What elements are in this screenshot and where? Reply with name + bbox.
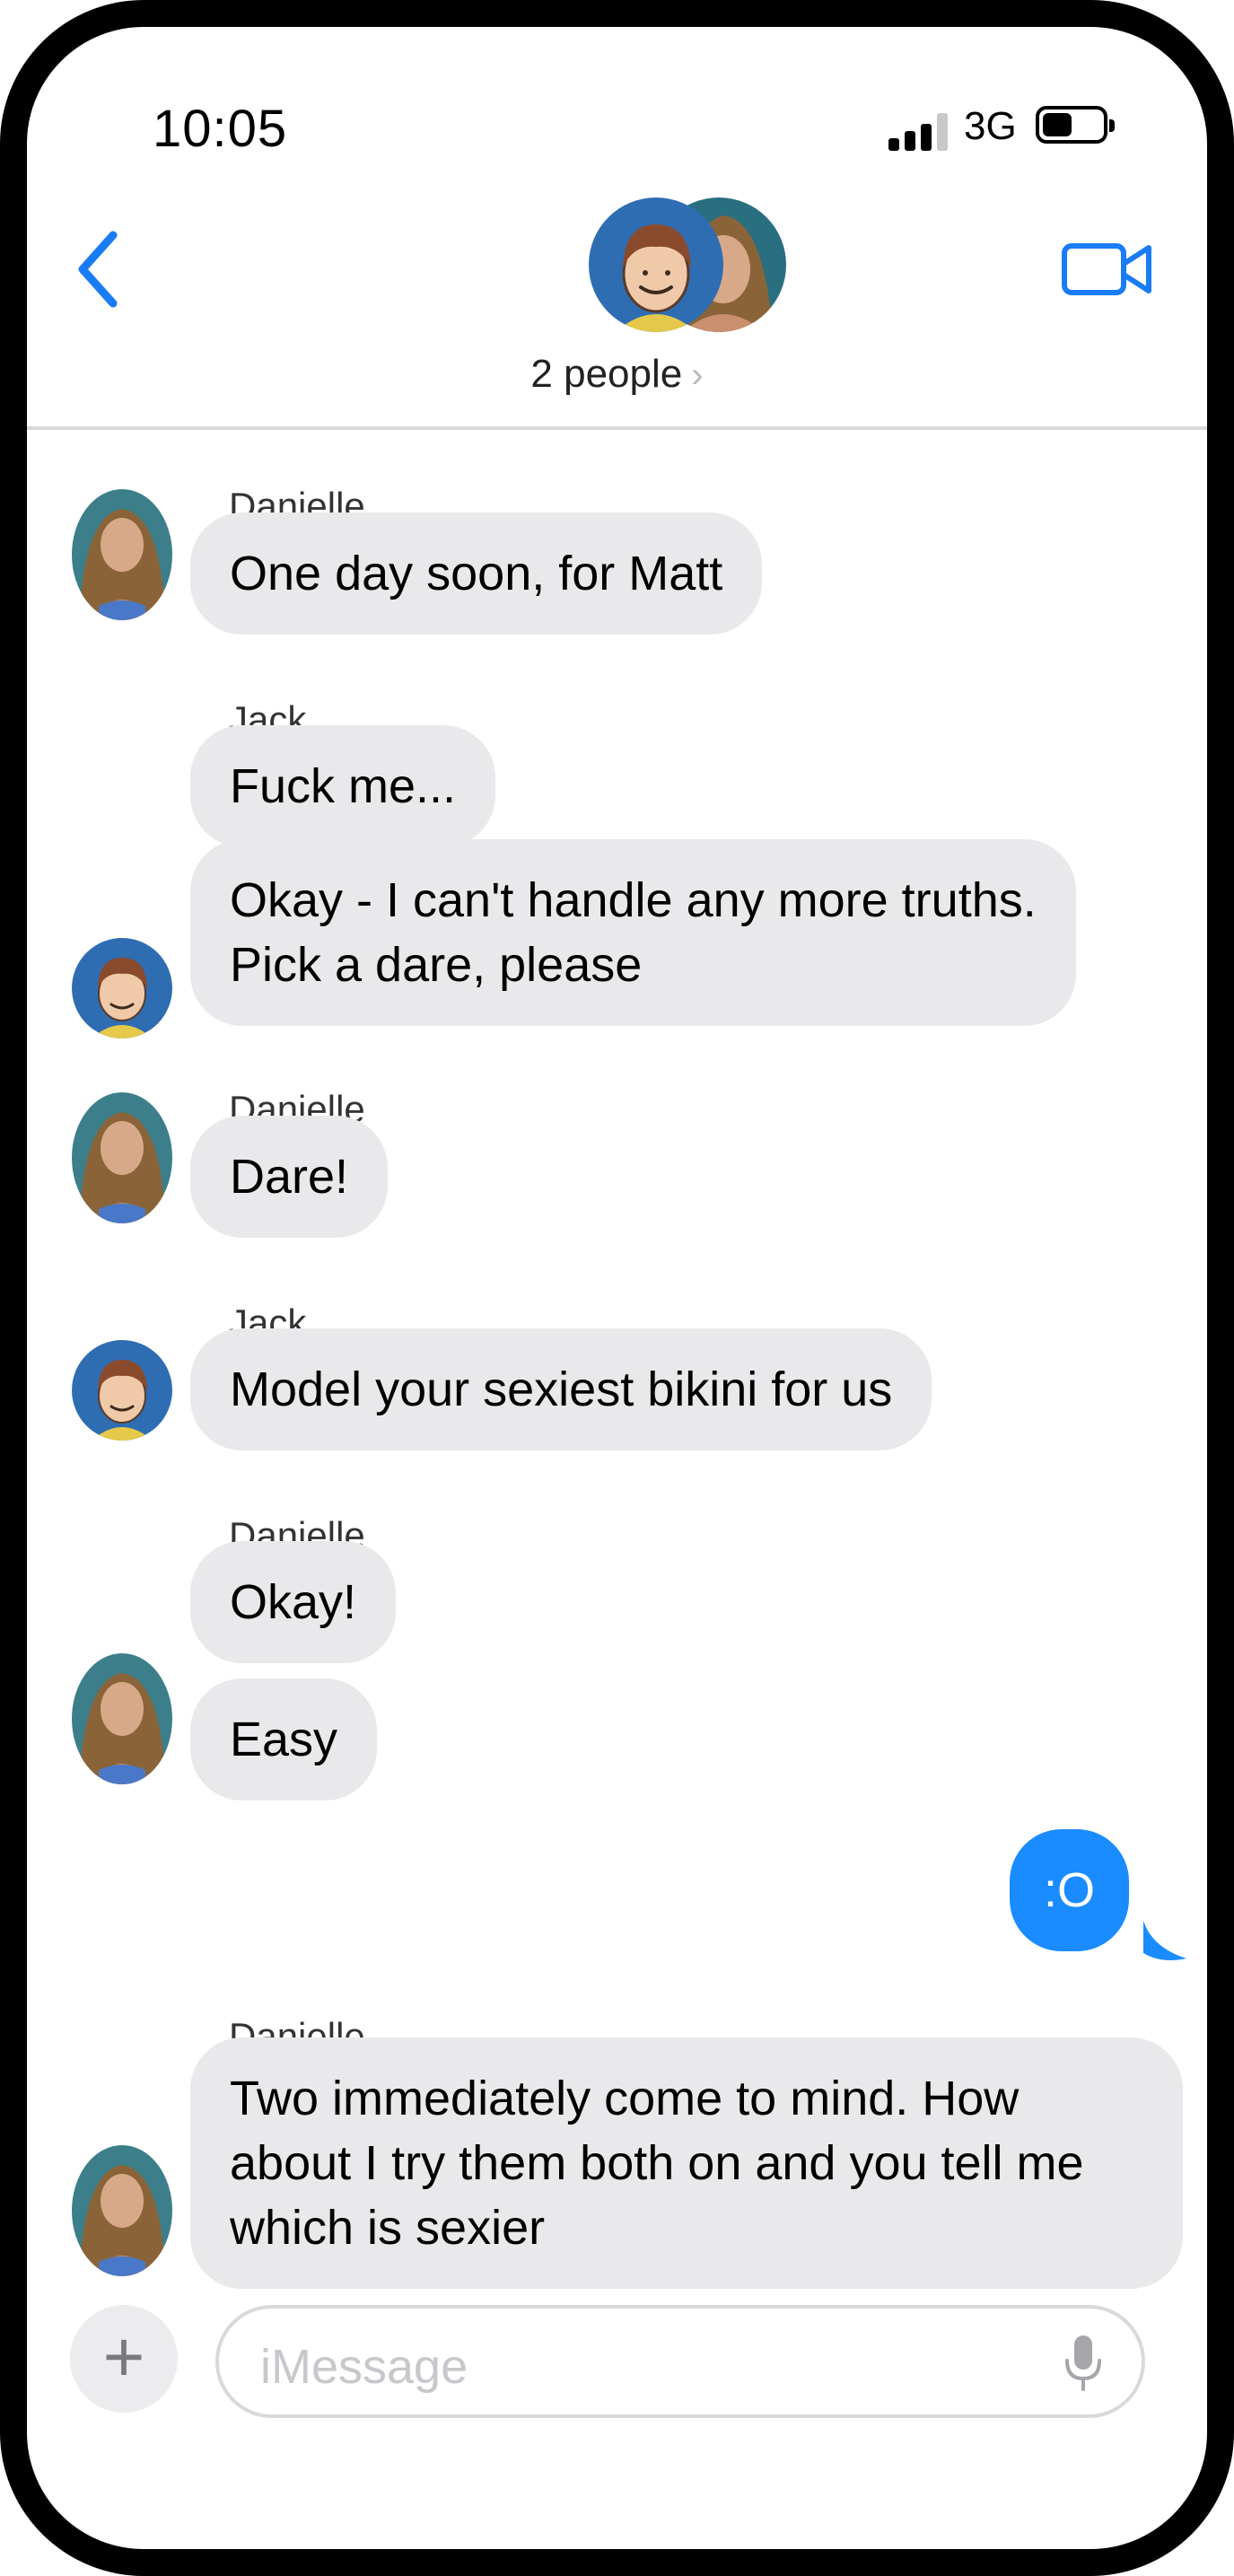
back-button[interactable] [70,224,133,314]
plus-button[interactable]: + [70,2305,178,2413]
message-bubble[interactable]: Fuck me... [190,725,496,847]
danielle-avatar [72,1092,172,1223]
message-bubble[interactable]: Easy [190,1678,378,1801]
message-line: which is sexier [230,2201,546,2255]
sent-message-bubble[interactable]: :O [1010,1829,1130,1951]
battery-icon [1036,106,1115,144]
microphone-icon[interactable] [1063,2334,1104,2393]
message-line: about I try them both on and you tell me [230,2136,1084,2190]
back-chevron-icon [78,231,118,308]
message-line: Okay - I can't handle any more truths. [230,873,1037,927]
network-type: 3G [964,104,1017,148]
message-bubble[interactable]: Two immediately come to mind. How about … [190,2037,1183,2289]
battery-fill [1043,113,1072,136]
jack-avatar [72,1340,172,1441]
video-camera-icon [1062,243,1151,295]
message-line: Pick a dare, please [230,938,643,992]
jack-avatar-small [589,197,723,332]
message-line: Two immediately come to mind. How [230,2072,1020,2125]
status-time: 10:05 [153,100,288,158]
participants-count: 2 people [530,352,683,396]
participants-label[interactable]: 2 people › [27,352,1207,397]
danielle-avatar [72,2145,172,2276]
cellular-signal-icon [888,88,953,151]
danielle-avatar [72,489,172,620]
message-input[interactable]: iMessage [215,2305,1145,2418]
header-divider [27,426,1207,430]
message-bubble[interactable]: Okay! [190,1541,397,1663]
video-call-button[interactable] [1059,233,1158,305]
danielle-avatar [72,1653,172,1784]
plus-icon: + [102,2317,145,2396]
message-bubble[interactable]: Okay - I can't handle any more truths. P… [190,839,1076,1026]
jack-avatar [72,938,172,1038]
message-bubble[interactable]: Model your sexiest bikini for us [190,1328,932,1450]
phone-screen: 10:05 3G 2 people › Danielle One day soo… [0,0,1234,2576]
chevron-right-icon: › [691,355,704,395]
message-input-placeholder: iMessage [260,2340,468,2394]
group-avatar[interactable] [589,197,795,350]
message-bubble[interactable]: One day soon, for Matt [190,513,763,635]
sent-bubble-tail [1143,1921,1186,1960]
message-bubble[interactable]: Dare! [190,1116,389,1238]
